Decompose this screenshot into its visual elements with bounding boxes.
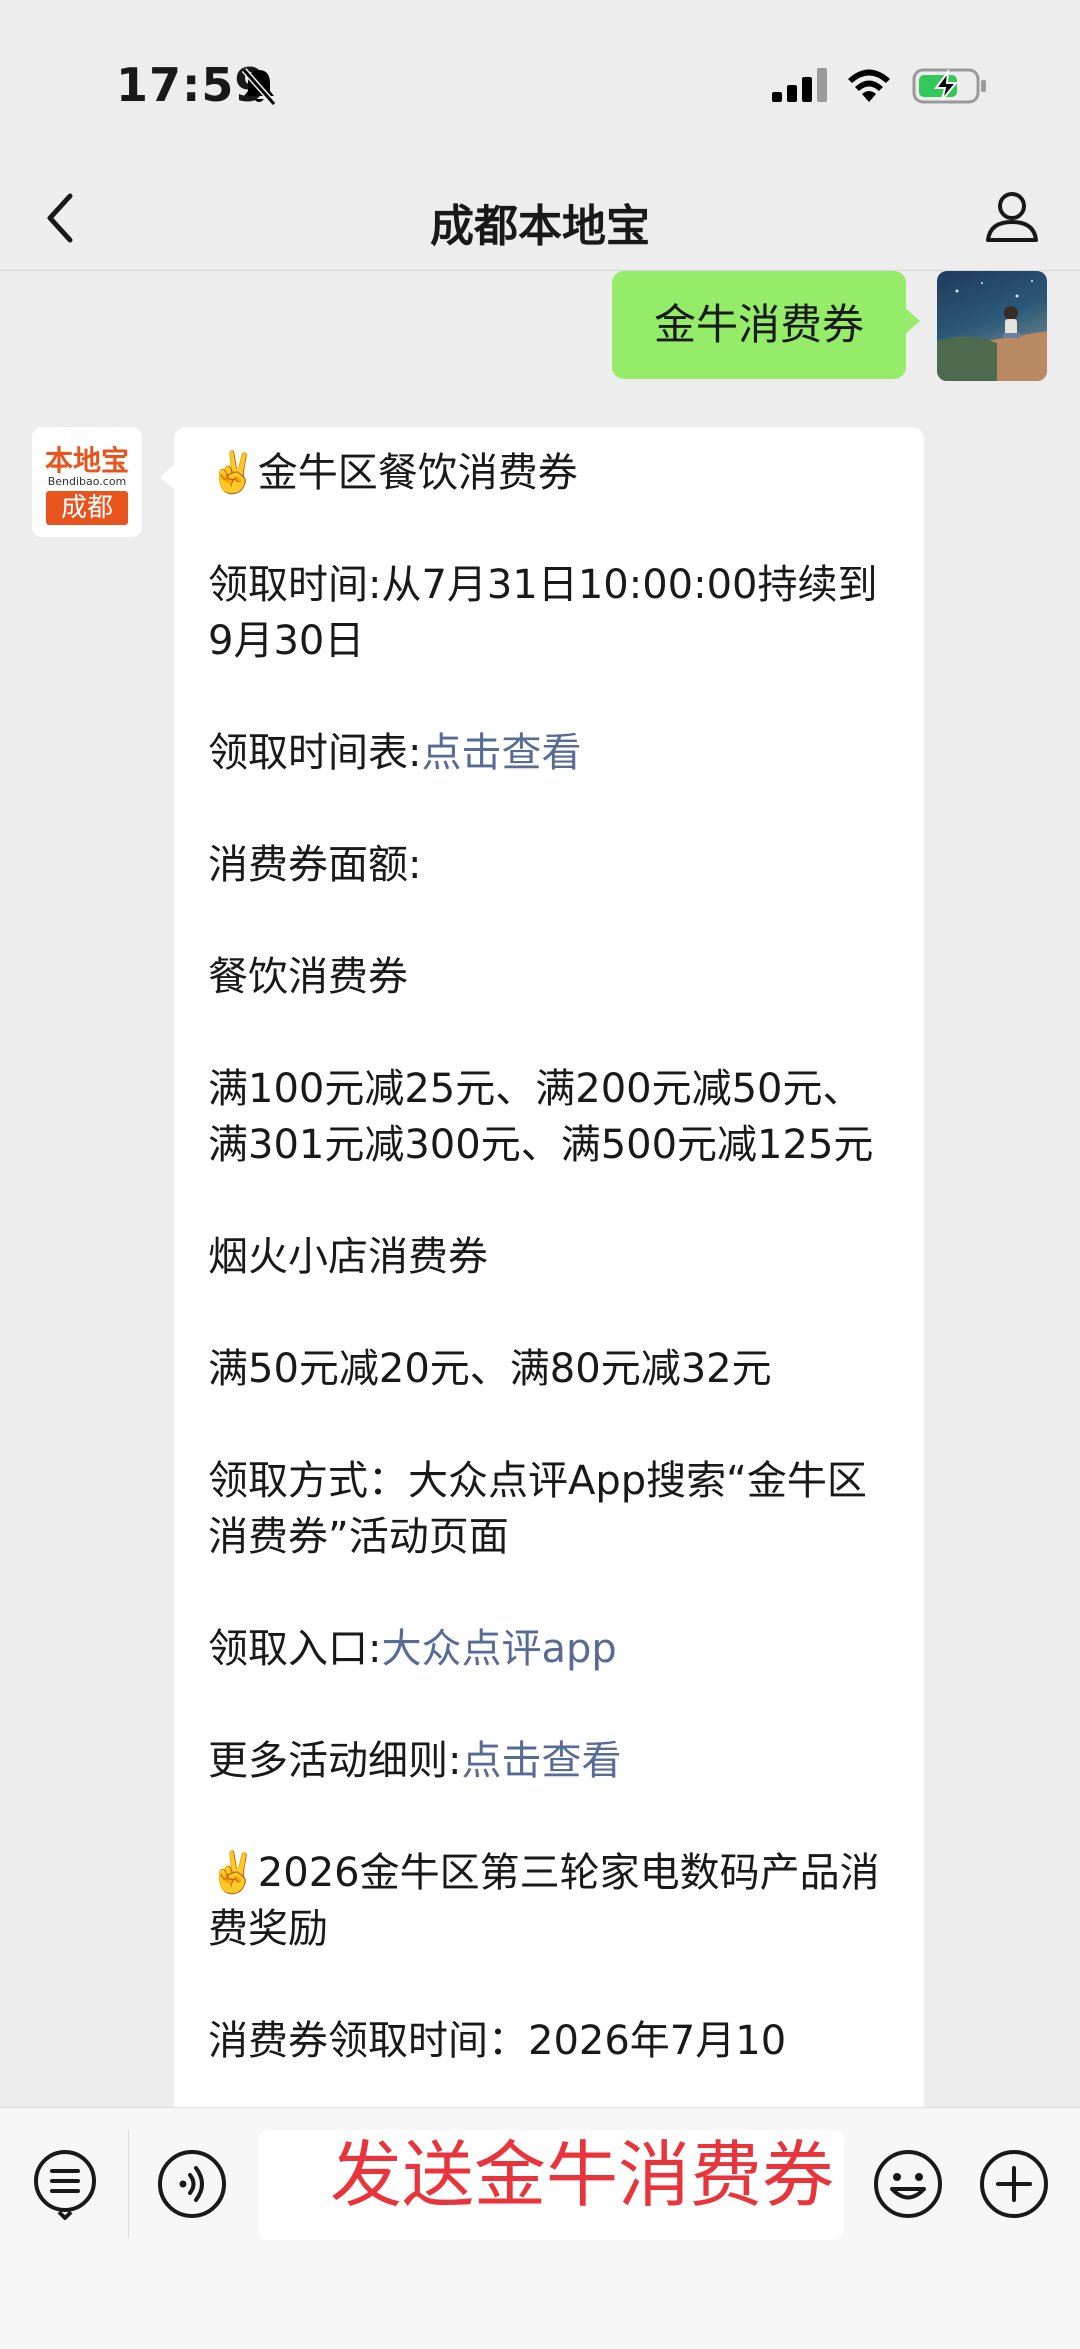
user-avatar[interactable] [937, 271, 1047, 381]
message-line: 领取方式：大众点评App搜索“金牛区消费券”活动页面 [208, 1458, 867, 1560]
message-line: 领取时间表:点击查看 [208, 730, 582, 776]
plus-more-icon[interactable] [978, 2148, 1050, 2220]
divider [128, 2130, 129, 2238]
message-line: ✌️2026金牛区第三轮家电数码产品消费奖励 [208, 1850, 880, 1952]
message-line: 领取时间:从7月31日10:00:00持续到9月30日 [208, 562, 878, 664]
message-line: 领取入口:大众点评app [208, 1626, 617, 1672]
message-gap [208, 1173, 892, 1229]
message-gap [208, 1285, 892, 1341]
avatar-illustration [937, 280, 1047, 381]
dianping-app-link[interactable]: 大众点评app [381, 1626, 616, 1672]
view-rules-link[interactable]: 点击查看 [461, 1738, 621, 1784]
message-gap [208, 893, 892, 949]
voice-input-icon[interactable] [156, 2148, 228, 2220]
message-line: 满50元减20元、满80元减32元 [208, 1346, 772, 1392]
message-gap [208, 1565, 892, 1621]
message-line: ✌️金牛区餐饮消费券 [208, 450, 578, 496]
message-input-text[interactable]: 发送金牛消费券 [330, 2116, 834, 2221]
official-account-avatar[interactable]: 本地宝 Bendibao.com 成都 [32, 427, 142, 537]
chat-title: 成都本地宝 [430, 201, 650, 252]
logo-site: Bendibao.com [47, 475, 127, 488]
message-gap [208, 501, 892, 557]
cellular-signal-icon [772, 68, 827, 102]
logo-text: 本地宝 [44, 444, 129, 477]
message-line: 消费券领取时间：2026年7月10 [208, 2018, 787, 2064]
logo-city: 成都 [46, 491, 128, 525]
message-gap [208, 1677, 892, 1733]
message-line: 烟火小店消费券 [208, 1234, 488, 1280]
message-gap [208, 781, 892, 837]
battery-charging-icon [912, 68, 986, 104]
view-schedule-link[interactable]: 点击查看 [421, 730, 581, 776]
message-gap [208, 1005, 892, 1061]
message-line: 消费券面额: [208, 842, 422, 888]
input-bar: 发送金牛消费券 [0, 2107, 1080, 2349]
menu-list-icon[interactable] [30, 2148, 100, 2220]
profile-icon[interactable] [982, 186, 1042, 246]
message-gap [208, 1789, 892, 1845]
message-line: 满100元减25元、满200元减50元、满301元减300元、满500元减125… [208, 1066, 874, 1168]
bot-message-bubble[interactable]: ✌️金牛区餐饮消费券 领取时间:从7月31日10:00:00持续到9月30日 领… [160, 427, 924, 2107]
wifi-icon [848, 69, 890, 102]
bell-muted-icon [241, 68, 277, 106]
message-gap [208, 1957, 892, 2013]
emoji-icon[interactable] [872, 2148, 944, 2220]
message-gap [208, 1397, 892, 1453]
message-line: 餐饮消费券 [208, 954, 408, 1000]
message-gap [208, 669, 892, 725]
status-bar: 17:59 [0, 0, 1080, 170]
user-message-bubble[interactable]: 金牛消费券 [612, 271, 920, 379]
chat-area[interactable]: 金牛消费券 本地宝 Bendibao.com 成都 ✌️金牛区餐饮消费券 领取时… [0, 271, 1080, 2107]
nav-bar: 成都本地宝 [0, 170, 1080, 271]
message-line: 更多活动细则:点击查看 [208, 1738, 622, 1784]
